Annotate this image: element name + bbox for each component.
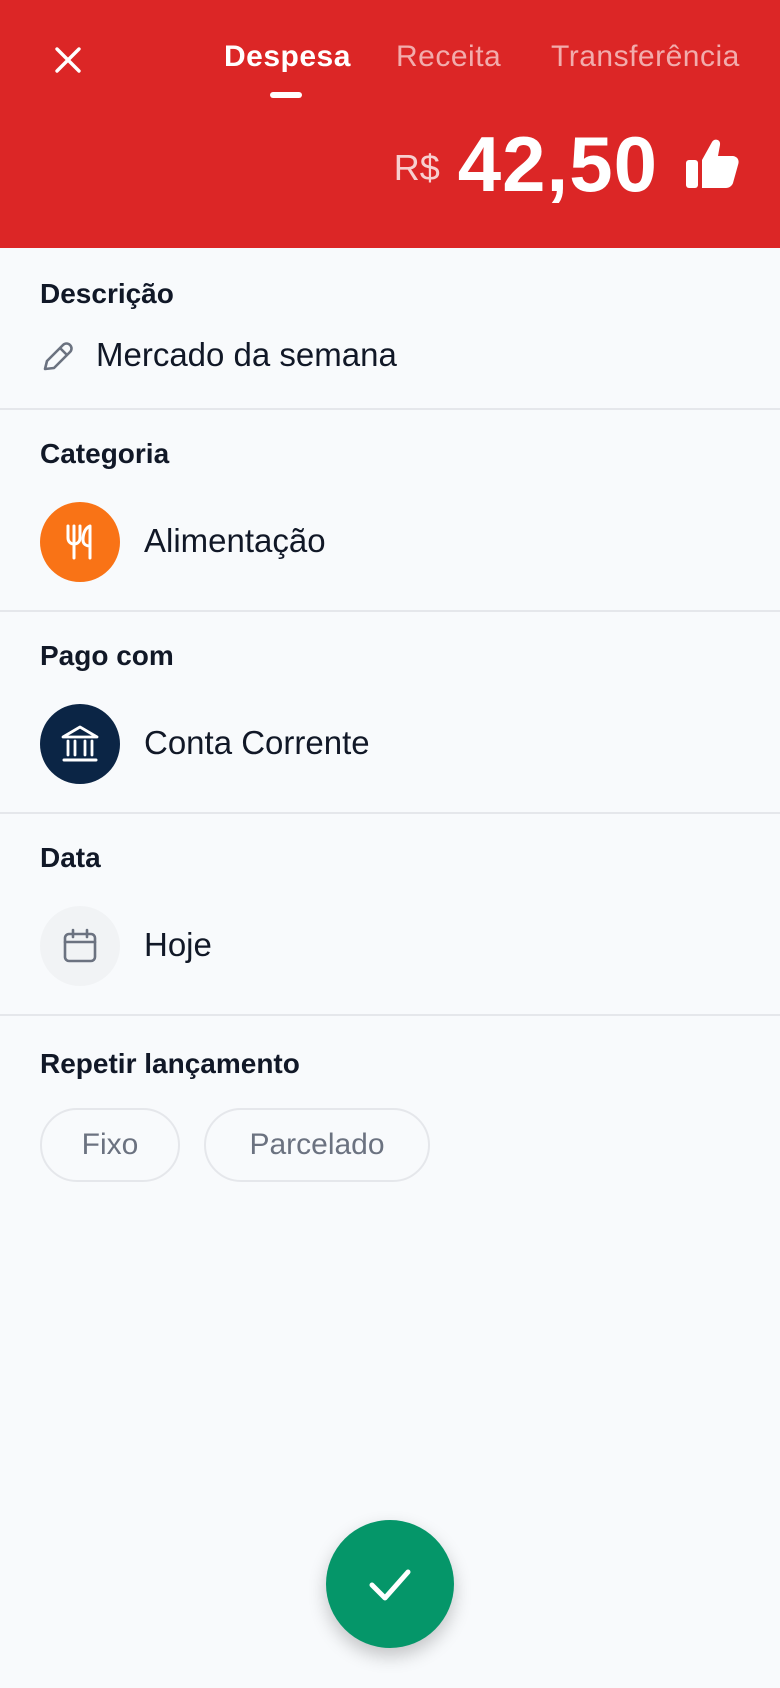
category-icon-badge <box>40 502 120 582</box>
date-section[interactable]: Data Hoje <box>0 814 780 1016</box>
confirm-button[interactable] <box>326 1520 454 1648</box>
paid-with-section[interactable]: Pago com Conta Corrente <box>0 612 780 814</box>
fork-knife-icon <box>66 524 92 560</box>
close-icon <box>55 47 81 73</box>
repeat-option-parcelado[interactable]: Parcelado <box>204 1108 430 1182</box>
date-value[interactable]: Hoje <box>144 926 212 964</box>
description-label: Descrição <box>40 278 174 309</box>
close-button[interactable] <box>44 36 92 84</box>
tab-receita[interactable]: Receita <box>396 40 501 74</box>
check-icon <box>369 1569 411 1601</box>
active-tab-indicator <box>270 92 302 98</box>
category-section[interactable]: Categoria Alimentação <box>0 410 780 612</box>
date-icon-badge <box>40 906 120 986</box>
calendar-icon <box>63 928 97 963</box>
amount-value[interactable]: 42,50 <box>458 119 658 210</box>
category-label: Categoria <box>40 438 170 469</box>
date-label: Data <box>40 842 101 873</box>
tab-despesa[interactable]: Despesa <box>224 40 351 74</box>
tab-transferencia[interactable]: Transferência <box>551 40 740 74</box>
paid-with-label: Pago com <box>40 640 174 671</box>
currency-symbol: R$ <box>393 147 440 188</box>
account-icon-badge <box>40 704 120 784</box>
repeat-label: Repetir lançamento <box>40 1048 300 1079</box>
thumbs-up-icon[interactable] <box>684 136 740 192</box>
paid-with-value[interactable]: Conta Corrente <box>144 724 370 762</box>
amount-display[interactable]: R$ 42,50 <box>394 118 740 210</box>
repeat-option-fixo[interactable]: Fixo <box>40 1108 180 1182</box>
pencil-icon <box>43 342 73 371</box>
transaction-header: Despesa Receita Transferência R$ 42,50 <box>0 0 780 248</box>
description-input[interactable]: Mercado da semana <box>96 336 397 374</box>
description-section[interactable]: Descrição Mercado da semana <box>0 248 780 410</box>
category-value[interactable]: Alimentação <box>144 522 326 560</box>
bank-icon <box>61 725 99 762</box>
